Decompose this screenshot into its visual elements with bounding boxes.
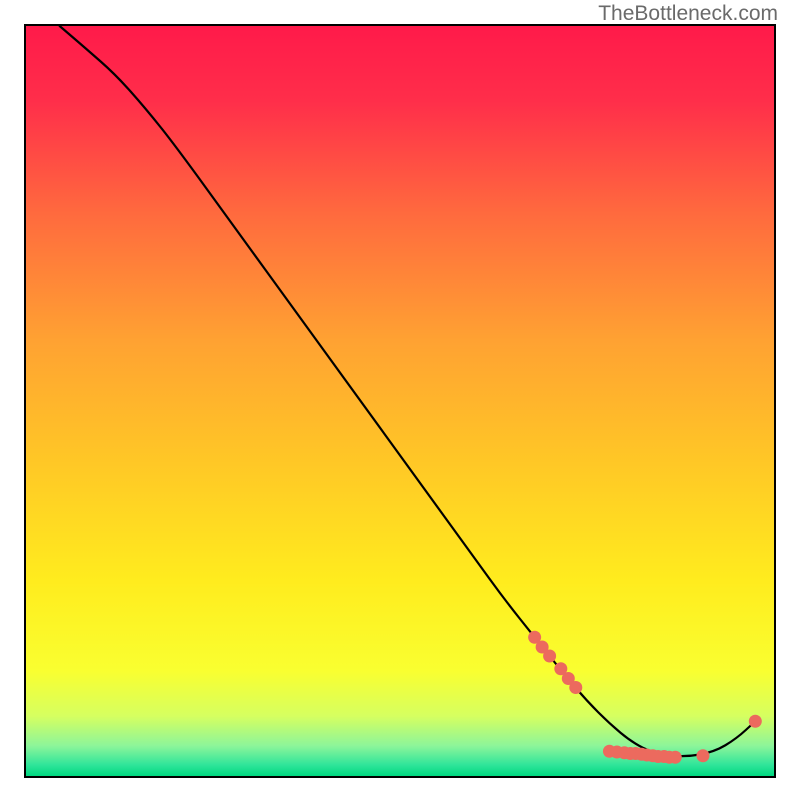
data-marker — [749, 715, 762, 728]
watermark-text: TheBottleneck.com — [598, 2, 778, 26]
chart-background — [26, 26, 774, 776]
data-marker — [543, 650, 556, 663]
data-marker — [669, 751, 682, 764]
chart-frame — [24, 24, 776, 778]
data-marker — [569, 681, 582, 694]
data-marker — [696, 749, 709, 762]
chart-svg — [26, 26, 774, 776]
